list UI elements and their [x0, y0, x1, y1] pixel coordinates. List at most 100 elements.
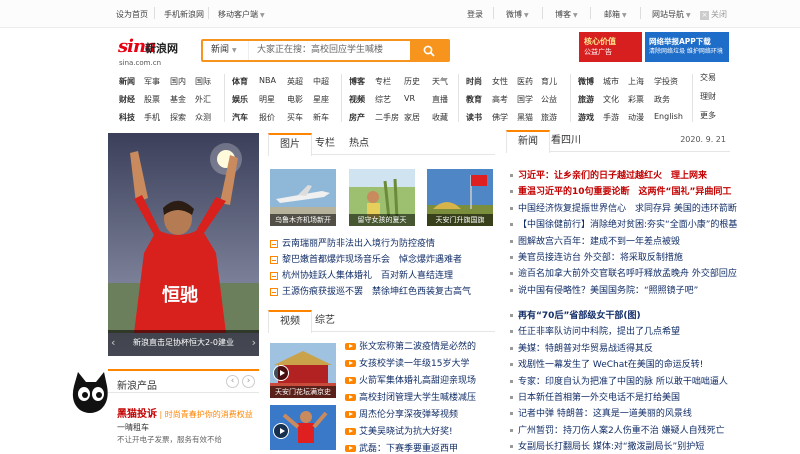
nav-link[interactable]: 综艺	[375, 94, 391, 105]
nav-link[interactable]: 英超	[287, 76, 303, 87]
video-item[interactable]: 周杰伦分享深夜弹琴视频	[345, 407, 458, 420]
nav-link[interactable]: English	[654, 112, 683, 121]
ad-report-app[interactable]: 网络举报APP下载 清除网络垃圾 维护网络环境	[645, 32, 729, 62]
search-category-select[interactable]: 新闻 ▼	[203, 41, 249, 60]
nav-link[interactable]: 黑猫	[517, 112, 533, 123]
weibo-link[interactable]: 微博 ▼	[506, 9, 529, 20]
nav-link[interactable]: 医药	[517, 76, 533, 87]
list-item[interactable]: 杭州协娃跃人集体婚礼 百对新人喜结连理	[270, 268, 453, 281]
black-cat-icon[interactable]	[70, 372, 110, 416]
list-item[interactable]: 黎巴嫩首都爆炸现场音乐会 悼念爆炸遇难者	[270, 252, 462, 265]
nav-link[interactable]: 电影	[287, 94, 303, 105]
news-item[interactable]: 逾百名加拿大前外交官联名呼吁释放孟晚舟 外交部回应	[510, 266, 737, 279]
news-item[interactable]: 任正非率队访问中科院，提出了几点希望	[510, 324, 680, 337]
video-item[interactable]: 张文宏称第二波疫情是必然的	[345, 339, 476, 352]
nav-link[interactable]: 二手房	[375, 112, 399, 123]
nav-link[interactable]: 彩票	[628, 94, 644, 105]
nav-link[interactable]: 报价	[259, 112, 275, 123]
nav-link[interactable]: 家居	[404, 112, 420, 123]
news-item[interactable]: 广州暂罚：持刀伤人案2人伤重不治 嫌疑人自残死亡	[510, 423, 725, 436]
news-item[interactable]: 说中国有侵略性？美国国务院：“照照镜子吧”	[510, 283, 698, 296]
mobile-sina-link[interactable]: 手机新浪网	[164, 9, 204, 20]
video-item[interactable]: 武磊：下赛季要重返西甲	[345, 441, 458, 454]
nav-link[interactable]: VR	[404, 94, 415, 103]
nav-link[interactable]: 旅游	[541, 112, 557, 123]
news-item[interactable]: 中国经济恢复提振世界信心 求同存异 美国的违环箭断	[510, 201, 737, 214]
nav-link[interactable]: 公益	[541, 94, 557, 105]
nav-link[interactable]: 房产	[349, 112, 365, 123]
news-item[interactable]: 重温习近平的10句重要论断 这两件“国礼”异曲同工	[510, 184, 731, 197]
nav-link[interactable]: 财经	[119, 94, 135, 105]
nav-link[interactable]: 育儿	[541, 76, 557, 87]
nav-link[interactable]: 旅游	[578, 94, 594, 105]
nav-link[interactable]: 视频	[349, 94, 365, 105]
site-nav-link[interactable]: 网站导航 ▼	[652, 9, 691, 20]
nav-link[interactable]: 高考	[492, 94, 508, 105]
nav-link[interactable]: 微博	[578, 76, 594, 87]
video-thumb[interactable]	[270, 405, 336, 450]
nav-link[interactable]: 政务	[654, 94, 670, 105]
nav-link[interactable]: 更多	[700, 110, 716, 121]
nav-link[interactable]: 佛学	[492, 112, 508, 123]
nav-link[interactable]: 文化	[603, 94, 619, 105]
video-item[interactable]: 女孩校学读一年级15岁大学	[345, 356, 469, 369]
nav-link[interactable]: 教育	[466, 94, 482, 105]
tab-variety[interactable]: 综艺	[304, 310, 346, 332]
nav-link[interactable]: 探索	[170, 112, 186, 123]
nav-link[interactable]: 城市	[603, 76, 619, 87]
photo-thumb[interactable]: 天安门升旗国旗	[427, 169, 493, 226]
video-thumb[interactable]: 天安门花坛满京史	[270, 343, 336, 398]
nav-link[interactable]: 专栏	[375, 76, 391, 87]
news-item[interactable]: 再有“70后”省部级女干部(图)	[510, 308, 641, 321]
close-button[interactable]: × 关闭	[700, 9, 727, 20]
nav-link[interactable]: 直播	[432, 94, 448, 105]
news-item[interactable]: 专家：印度自认为把准了中国的脉 所以敢干咄咄逼人	[510, 374, 728, 387]
nav-link[interactable]: 星座	[313, 94, 329, 105]
list-item[interactable]: 王源伤痕获拔巡不罢 禁徐坤红色西装复古高气	[270, 284, 471, 297]
tab-sichuan[interactable]: 看四川	[540, 130, 592, 152]
news-item[interactable]: 习近平：让乡亲们的日子越过越红火 理上网来	[510, 168, 707, 181]
nav-link[interactable]: 读书	[466, 112, 482, 123]
nav-link[interactable]: 学投资	[654, 76, 678, 87]
nav-link[interactable]: 汽车	[232, 112, 248, 123]
nav-link[interactable]: 游戏	[578, 112, 594, 123]
nav-link[interactable]: 基金	[170, 94, 186, 105]
nav-link[interactable]: 外汇	[195, 94, 211, 105]
nav-link[interactable]: 娱乐	[232, 94, 248, 105]
next-arrow-icon[interactable]: ›	[252, 336, 256, 349]
search-input[interactable]: 大家正在搜：高校回应学生喊楼	[257, 41, 407, 60]
nav-link[interactable]: 新闻	[119, 76, 135, 87]
nav-link[interactable]: 上海	[628, 76, 644, 87]
photo-thumb[interactable]: 留守女孩的夏天	[349, 169, 415, 226]
nav-link[interactable]: 博客	[349, 76, 365, 87]
list-item[interactable]: 云南瑞丽严防非法出入境行为防控疫情	[270, 236, 435, 249]
nav-link[interactable]: 国际	[195, 76, 211, 87]
nav-link[interactable]: 军事	[144, 76, 160, 87]
prev-arrow-icon[interactable]: ‹	[111, 336, 115, 349]
nav-link[interactable]: 买车	[287, 112, 303, 123]
video-item[interactable]: 火箭军集体婚礼高甜迎亲现场	[345, 373, 476, 386]
nav-link[interactable]: 新车	[313, 112, 329, 123]
news-item[interactable]: 美媒：特朗普对华贸易战适得其反	[510, 341, 653, 354]
nav-link[interactable]: 女性	[492, 76, 508, 87]
nav-link[interactable]: 体育	[232, 76, 248, 87]
ad-core-values[interactable]: 核心价值 公益广告	[579, 32, 642, 62]
news-item[interactable]: 戏剧性一幕发生了 WeChat在美国的命运反转!	[510, 357, 703, 370]
blog-link[interactable]: 博客 ▼	[555, 9, 578, 20]
news-item[interactable]: 记者中弹 特朗普：这真是一道美丽的风景线	[510, 406, 692, 419]
news-item[interactable]: 美官员接连访台 外交部：将采取反制措施	[510, 250, 683, 263]
nav-link[interactable]: 天气	[432, 76, 448, 87]
nav-link[interactable]: 时尚	[466, 76, 482, 87]
nav-link[interactable]: 历史	[404, 76, 420, 87]
nav-link[interactable]: 众测	[195, 112, 211, 123]
video-item[interactable]: 艾美吴晓试为抗大好奖!	[345, 424, 453, 437]
nav-link[interactable]: 科技	[119, 112, 135, 123]
next-arrow-icon[interactable]: ›	[242, 375, 255, 388]
news-item[interactable]: 日本新任首相第一外交电话不是打给美国	[510, 390, 680, 403]
nav-link[interactable]: 交易	[700, 72, 716, 83]
nav-link[interactable]: 手机	[144, 112, 160, 123]
mobile-client-link[interactable]: 移动客户端 ▼	[218, 9, 265, 20]
hero-slideshow[interactable]: 恒驰 新浪直击足协杯恒大2-0建业 ‹ ›	[108, 133, 259, 356]
search-button[interactable]	[410, 41, 448, 60]
login-link[interactable]: 登录	[467, 9, 483, 20]
